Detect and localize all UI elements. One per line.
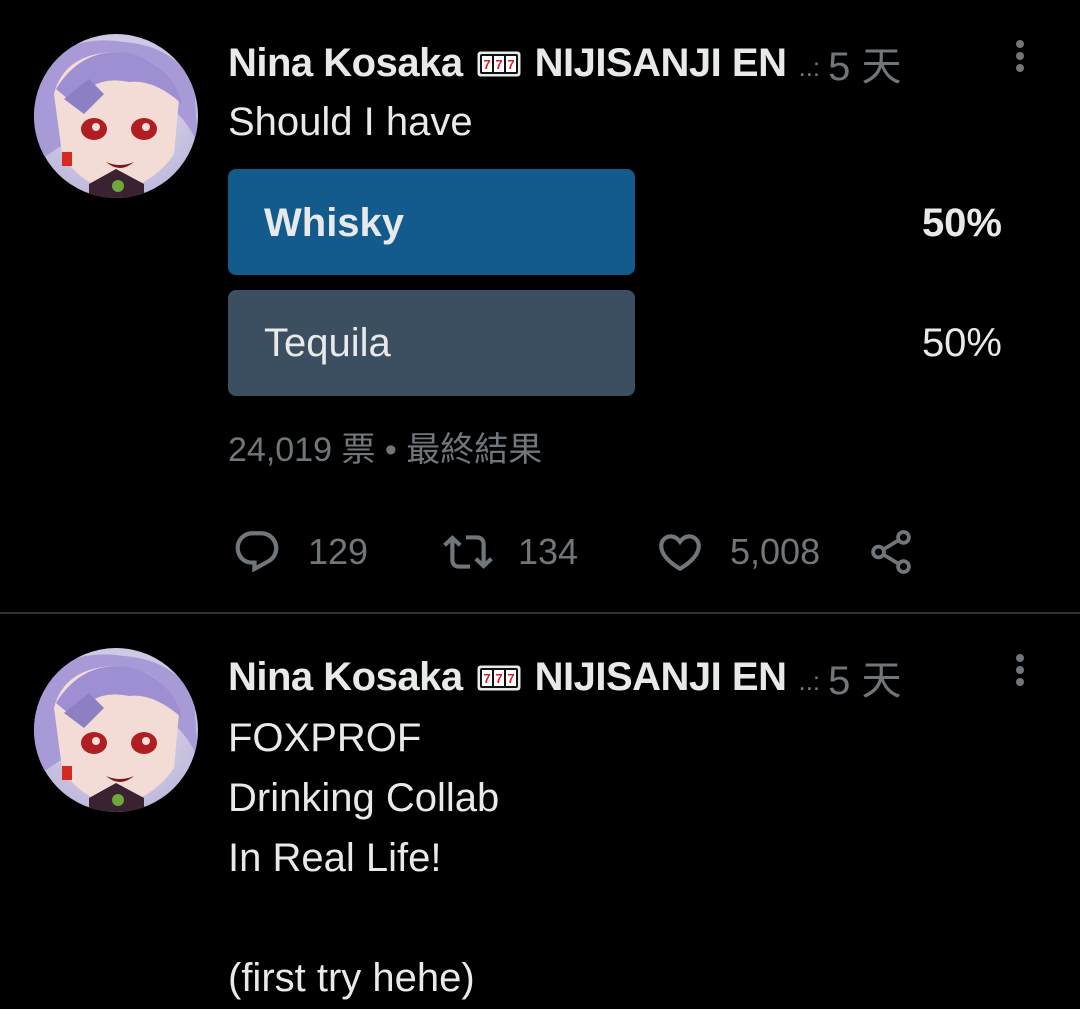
poll-option-label: Tequila — [264, 321, 391, 365]
tweet-text: Should I have — [228, 100, 473, 144]
share-button[interactable] — [866, 524, 916, 580]
retweet-button[interactable]: 134 — [440, 524, 578, 580]
poll-separator: • — [384, 431, 397, 469]
like-button[interactable]: 5,008 — [654, 524, 820, 580]
slot-machine-icon: 7 7 7 — [477, 665, 521, 691]
author-display-name[interactable]: Nina Kosaka — [228, 41, 463, 86]
retweet-icon — [440, 527, 496, 577]
svg-text:7: 7 — [483, 57, 490, 72]
name-truncation: ..: — [798, 665, 821, 696]
reply-count: 129 — [308, 531, 369, 572]
svg-text:7: 7 — [483, 671, 490, 686]
author-affiliation[interactable]: NIJISANJI EN — [535, 41, 787, 86]
avatar[interactable] — [34, 34, 198, 198]
like-count: 5,008 — [730, 531, 821, 572]
tweet-text-post[interactable]: Nina Kosaka 7 7 7 NIJISANJI EN ..: 5 天 F… — [0, 614, 1080, 1009]
author-display-name[interactable]: Nina Kosaka — [228, 655, 463, 700]
poll-summary: 24,019 票 • 最終結果 — [228, 422, 542, 471]
author-affiliation[interactable]: NIJISANJI EN — [535, 655, 787, 700]
more-options-icon[interactable] — [1006, 38, 1034, 78]
reply-button[interactable]: 129 — [232, 524, 368, 580]
tweet-header: Nina Kosaka 7 7 7 NIJISANJI EN ..: 5 天 — [228, 652, 1028, 704]
poll-option-percent: 50% — [921, 321, 1002, 365]
timestamp[interactable]: 5 天 — [828, 34, 901, 92]
tweet-header: Nina Kosaka 7 7 7 NIJISANJI EN ..: 5 天 — [228, 38, 1028, 90]
name-truncation: ..: — [798, 51, 821, 82]
tweet-text: FOXPROF Drinking Collab In Real Life! (f… — [228, 716, 500, 1000]
retweet-count: 134 — [518, 531, 579, 572]
timestamp[interactable]: 5 天 — [828, 648, 901, 706]
svg-text:7: 7 — [495, 671, 502, 686]
poll-option-percent: 50% — [921, 201, 1002, 245]
svg-text:7: 7 — [507, 57, 514, 72]
reply-icon — [232, 527, 282, 577]
slot-machine-icon: 7 7 7 — [477, 51, 521, 77]
poll-option-label: Whisky — [264, 201, 405, 245]
avatar[interactable] — [34, 648, 198, 812]
tweet-poll[interactable]: Nina Kosaka 7 7 7 NIJISANJI EN ..: 5 天 S… — [0, 0, 1080, 612]
poll-status: 最終結果 — [406, 431, 543, 469]
svg-text:7: 7 — [507, 671, 514, 686]
share-icon — [866, 527, 916, 577]
poll-vote-count: 24,019 票 — [228, 431, 376, 469]
more-options-icon[interactable] — [1006, 652, 1034, 692]
svg-text:7: 7 — [495, 57, 502, 72]
heart-icon — [654, 527, 706, 577]
